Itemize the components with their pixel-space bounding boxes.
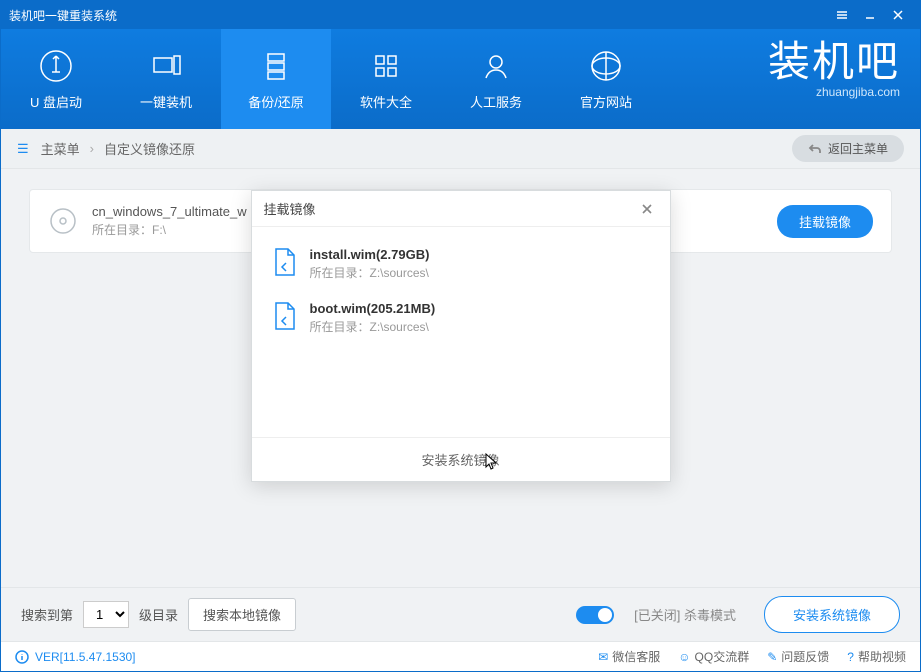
chat-icon: ✎ [767, 650, 777, 664]
search-local-button[interactable]: 搜索本地镜像 [188, 598, 296, 631]
modal-header: 挂载镜像 [252, 191, 670, 227]
modal-close-button[interactable] [636, 198, 658, 220]
file-icon [272, 301, 298, 331]
wim-path: 所在目录：Z:\sources\ [310, 264, 430, 281]
search-prefix: 搜索到第 [21, 605, 73, 624]
close-button[interactable] [884, 1, 912, 29]
link-qq[interactable]: ☺QQ交流群 [678, 648, 749, 665]
nav-label: 人工服务 [470, 92, 522, 111]
chevron-right-icon: › [84, 141, 100, 156]
nav-website[interactable]: 官方网站 [551, 29, 661, 129]
level-suffix: 级目录 [139, 605, 178, 624]
qq-icon: ☺ [678, 650, 690, 664]
back-label: 返回主菜单 [828, 140, 888, 157]
wechat-icon: ✉ [598, 650, 608, 664]
file-icon [272, 247, 298, 277]
server-icon [258, 48, 294, 84]
nav-label: 备份/还原 [248, 92, 304, 111]
nav-usb-boot[interactable]: U 盘启动 [1, 29, 111, 129]
wim-item-boot[interactable]: boot.wim(205.21MB) 所在目录：Z:\sources\ [266, 291, 656, 345]
undo-icon [808, 142, 822, 156]
breadcrumb: ☰ 主菜单 › 自定义镜像还原 返回主菜单 [1, 129, 920, 169]
logo: 装机吧 zhuangjiba.com [768, 41, 900, 99]
close-icon [641, 203, 653, 215]
nav-software[interactable]: 软件大全 [331, 29, 441, 129]
usb-icon [38, 48, 74, 84]
mount-image-modal: 挂载镜像 install.wim(2.79GB) 所在目录：Z:\sources… [251, 190, 671, 482]
wim-name: boot.wim(205.21MB) [310, 301, 436, 316]
mount-image-button[interactable]: 挂载镜像 [777, 205, 873, 238]
grid-icon [368, 48, 404, 84]
disc-icon [48, 206, 78, 236]
menu-button[interactable] [828, 1, 856, 29]
wim-path: 所在目录：Z:\sources\ [310, 318, 436, 335]
cursor-icon [484, 452, 500, 470]
modal-body: install.wim(2.79GB) 所在目录：Z:\sources\ boo… [252, 227, 670, 437]
back-to-main-button[interactable]: 返回主菜单 [792, 135, 904, 162]
nav-label: 一键装机 [140, 92, 192, 111]
nav-label: 官方网站 [580, 92, 632, 111]
minimize-button[interactable] [856, 1, 884, 29]
bottom-bar: 搜索到第 1 级目录 搜索本地镜像 [已关闭] 杀毒模式 安装系统镜像 [1, 587, 920, 641]
link-feedback[interactable]: ✎问题反馈 [767, 648, 829, 665]
modal-title: 挂载镜像 [264, 199, 316, 218]
nav-one-click[interactable]: 一键装机 [111, 29, 221, 129]
list-icon: ☰ [17, 141, 29, 157]
logo-subtitle: zhuangjiba.com [768, 85, 900, 99]
headset-icon [478, 48, 514, 84]
app-title: 装机吧一键重装系统 [9, 7, 828, 24]
help-icon: ? [847, 650, 854, 664]
nav-label: 软件大全 [360, 92, 412, 111]
globe-icon [588, 48, 624, 84]
statusbar: VER[11.5.47.1530] ✉微信客服 ☺QQ交流群 ✎问题反馈 ?帮助… [1, 641, 920, 671]
antivirus-status: [已关闭] 杀毒模式 [634, 605, 736, 624]
navbar: U 盘启动 一键装机 备份/还原 软件大全 人工服务 官方网站 装机吧 zhua… [1, 29, 920, 129]
modal-install-button[interactable]: 安装系统镜像 [252, 437, 670, 481]
wim-name: install.wim(2.79GB) [310, 247, 430, 262]
version-text: VER[11.5.47.1530] [35, 650, 136, 664]
install-system-button[interactable]: 安装系统镜像 [764, 596, 900, 633]
computer-icon [148, 48, 184, 84]
breadcrumb-root[interactable]: 主菜单 [37, 139, 84, 158]
nav-label: U 盘启动 [30, 92, 82, 111]
nav-backup-restore[interactable]: 备份/还原 [221, 29, 331, 129]
level-select[interactable]: 1 [83, 601, 129, 628]
breadcrumb-current: 自定义镜像还原 [100, 139, 199, 158]
nav-support[interactable]: 人工服务 [441, 29, 551, 129]
titlebar: 装机吧一键重装系统 [1, 1, 920, 29]
logo-text: 装机吧 [768, 41, 900, 83]
info-icon [15, 650, 29, 664]
link-wechat[interactable]: ✉微信客服 [598, 648, 660, 665]
wim-item-install[interactable]: install.wim(2.79GB) 所在目录：Z:\sources\ [266, 237, 656, 291]
link-help-video[interactable]: ?帮助视频 [847, 648, 906, 665]
antivirus-toggle[interactable] [576, 606, 614, 624]
